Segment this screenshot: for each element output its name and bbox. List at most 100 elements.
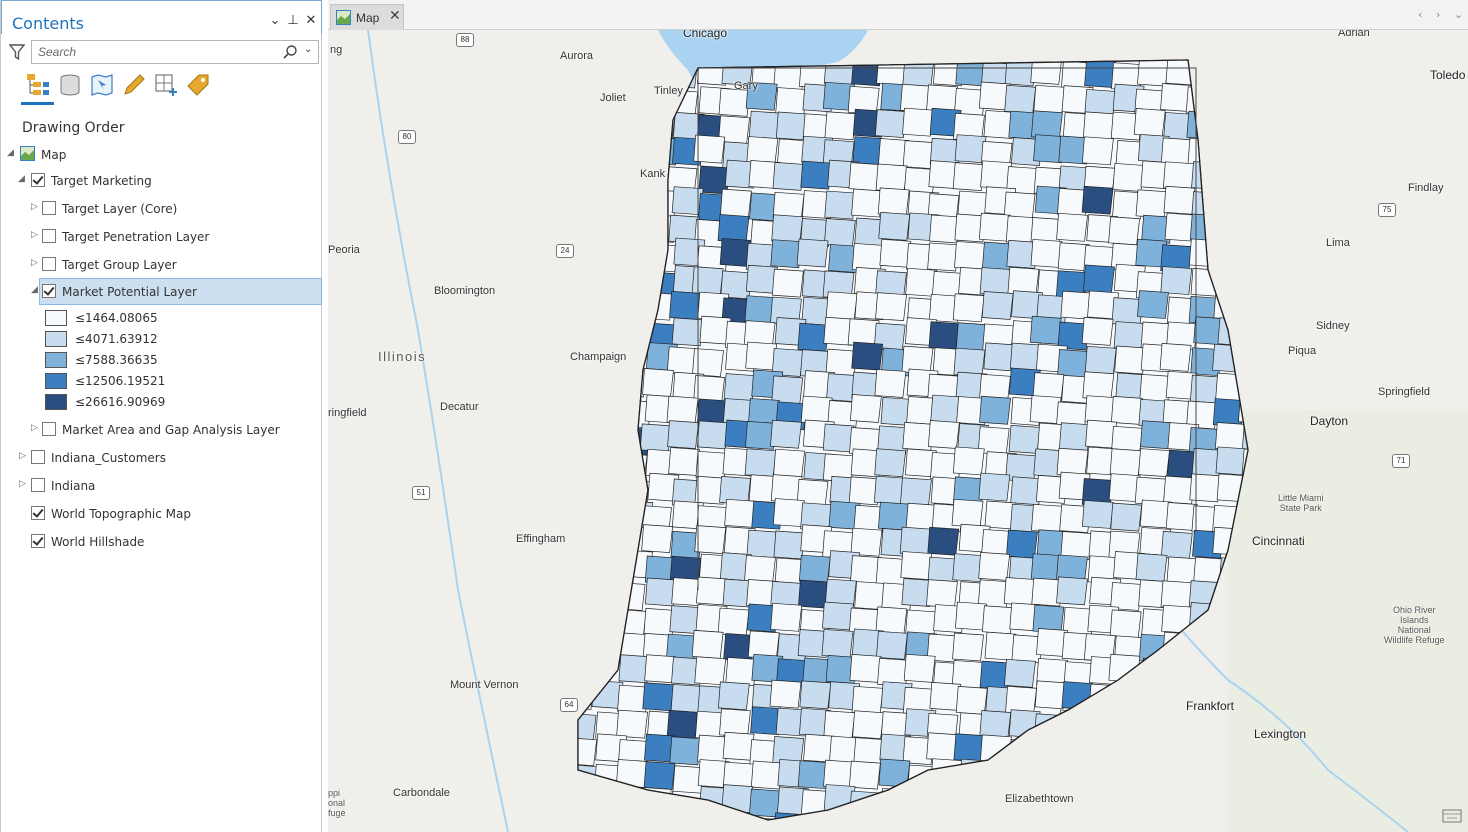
visibility-checkbox[interactable] bbox=[42, 257, 56, 271]
place-label: Ohio River Islands National Wildlife Ref… bbox=[1384, 605, 1445, 645]
zip-polygon bbox=[666, 710, 699, 739]
zip-polygon bbox=[1138, 448, 1170, 478]
tree-item-label: Map bbox=[41, 148, 67, 162]
tree-item-world-hillshade[interactable]: World Hillshade bbox=[19, 529, 319, 555]
tree-item-target-group[interactable]: ▷ Target Group Layer bbox=[31, 252, 321, 278]
tree-item-target-penetration[interactable]: ▷ Target Penetration Layer bbox=[31, 224, 321, 250]
expand-caret-icon[interactable]: ▷ bbox=[31, 423, 38, 433]
search-icon[interactable] bbox=[282, 44, 298, 60]
legend-swatch bbox=[45, 310, 67, 326]
tree-item-indiana[interactable]: ▷ Indiana bbox=[19, 473, 319, 499]
list-by-data-source-icon[interactable] bbox=[57, 72, 83, 98]
map-icon bbox=[20, 146, 35, 161]
place-label: Little Miami State Park bbox=[1278, 493, 1324, 513]
list-by-selection-icon[interactable] bbox=[89, 72, 115, 98]
zip-polygon bbox=[724, 498, 757, 528]
visibility-checkbox[interactable] bbox=[42, 201, 56, 215]
visibility-checkbox[interactable] bbox=[31, 478, 45, 492]
visibility-checkbox[interactable] bbox=[31, 173, 45, 187]
zip-polygon bbox=[667, 420, 699, 449]
tree-item-market-area-gap[interactable]: ▷ Market Area and Gap Analysis Layer bbox=[31, 417, 321, 443]
filter-icon[interactable] bbox=[9, 43, 25, 61]
tree-item-target-layer-core[interactable]: ▷ Target Layer (Core) bbox=[31, 196, 321, 222]
zip-polygon bbox=[1003, 577, 1036, 606]
close-tab-icon[interactable]: ✕ bbox=[389, 8, 401, 24]
place-label: Springfield bbox=[1378, 386, 1430, 398]
collapse-caret-icon[interactable]: ◢ bbox=[7, 148, 14, 158]
list-by-editing-icon[interactable] bbox=[121, 72, 147, 98]
expand-caret-icon[interactable]: ▷ bbox=[19, 479, 26, 489]
search-box[interactable]: ⌄ bbox=[31, 40, 319, 64]
visibility-checkbox[interactable] bbox=[31, 534, 45, 548]
search-input[interactable] bbox=[38, 44, 268, 60]
zip-polygon bbox=[799, 680, 832, 710]
zip-polygon bbox=[639, 423, 672, 453]
place-label: Joliet bbox=[600, 92, 626, 104]
list-by-labeling-icon[interactable] bbox=[185, 72, 211, 98]
visibility-checkbox[interactable] bbox=[42, 284, 56, 298]
expand-caret-icon[interactable]: ▷ bbox=[31, 258, 38, 268]
tree-item-target-marketing[interactable]: ◢ Target Marketing bbox=[18, 168, 318, 194]
zip-polygon bbox=[692, 348, 724, 377]
zip-polygon bbox=[926, 579, 958, 609]
zip-polygon bbox=[644, 654, 677, 684]
zip-polygon bbox=[775, 111, 808, 141]
collapse-caret-icon[interactable]: ◢ bbox=[31, 285, 38, 295]
list-by-snapping-icon[interactable] bbox=[153, 72, 179, 98]
place-label: Tinley bbox=[654, 85, 683, 97]
expand-caret-icon[interactable]: ▷ bbox=[31, 202, 38, 212]
zip-polygon bbox=[1133, 108, 1166, 137]
zip-polygon bbox=[981, 605, 1014, 635]
legend-label: ≤12506.19521 bbox=[75, 374, 166, 388]
notifications-icon[interactable] bbox=[1442, 808, 1462, 824]
tree-item-indiana-customers[interactable]: ▷ Indiana_Customers bbox=[19, 445, 319, 471]
zip-polygon bbox=[848, 162, 881, 191]
scroll-right-icon[interactable]: › bbox=[1436, 8, 1440, 21]
zip-polygon bbox=[955, 322, 988, 352]
tree-item-world-topo[interactable]: World Topographic Map bbox=[19, 501, 319, 527]
search-options-chevron-icon[interactable]: ⌄ bbox=[304, 44, 316, 60]
zip-polygon bbox=[691, 629, 724, 659]
pane-options-chevron-icon[interactable]: ⌄ bbox=[268, 13, 282, 29]
zip-polygon bbox=[821, 629, 854, 658]
zip-polygon bbox=[822, 423, 855, 453]
visibility-checkbox[interactable] bbox=[42, 422, 56, 436]
pin-icon[interactable]: ⊥ bbox=[286, 13, 300, 29]
zip-polygon bbox=[1110, 502, 1143, 532]
map-view: Map ✕ ‹ › ⌄ Chicago Aurora Joliet Gary T… bbox=[328, 0, 1468, 832]
tree-item-label: World Topographic Map bbox=[51, 507, 191, 521]
visibility-checkbox[interactable] bbox=[31, 450, 45, 464]
zip-polygon bbox=[771, 214, 804, 244]
zip-polygon bbox=[848, 760, 881, 790]
list-by-drawing-order-icon[interactable] bbox=[25, 72, 51, 98]
zip-polygon bbox=[905, 267, 938, 297]
zip-polygon bbox=[979, 395, 1011, 425]
collapse-caret-icon[interactable]: ◢ bbox=[18, 174, 25, 184]
visibility-checkbox[interactable] bbox=[42, 229, 56, 243]
zip-polygon bbox=[669, 736, 702, 766]
place-label: ng bbox=[330, 44, 343, 56]
tree-item-market-potential[interactable]: Market Potential Layer bbox=[39, 278, 322, 305]
visibility-checkbox[interactable] bbox=[31, 506, 45, 520]
tree-item-label: World Hillshade bbox=[51, 535, 145, 549]
scroll-left-icon[interactable]: ‹ bbox=[1418, 8, 1422, 21]
zip-polygon bbox=[902, 140, 935, 169]
zip-polygon bbox=[748, 110, 781, 140]
close-icon[interactable]: ✕ bbox=[304, 13, 318, 29]
map-canvas[interactable]: Chicago Aurora Joliet Gary Tinley Kank n… bbox=[328, 30, 1468, 832]
zip-polygon bbox=[696, 576, 728, 606]
zip-polygon bbox=[717, 681, 750, 711]
zip-polygon bbox=[978, 551, 1011, 581]
tree-item-map[interactable]: ◢ Map bbox=[7, 142, 307, 168]
tab-list-chevron-icon[interactable]: ⌄ bbox=[1454, 8, 1463, 21]
expand-caret-icon[interactable]: ▷ bbox=[31, 230, 38, 240]
tab-map[interactable]: Map ✕ bbox=[330, 4, 404, 30]
zip-polygon bbox=[1006, 529, 1038, 559]
zip-polygon bbox=[720, 188, 752, 218]
zip-polygon bbox=[875, 292, 907, 322]
place-label: Kank bbox=[640, 168, 666, 180]
expand-caret-icon[interactable]: ▷ bbox=[19, 451, 26, 461]
pane-title: Contents bbox=[12, 14, 84, 33]
zip-polygon bbox=[955, 601, 987, 631]
zip-polygon bbox=[746, 529, 779, 559]
